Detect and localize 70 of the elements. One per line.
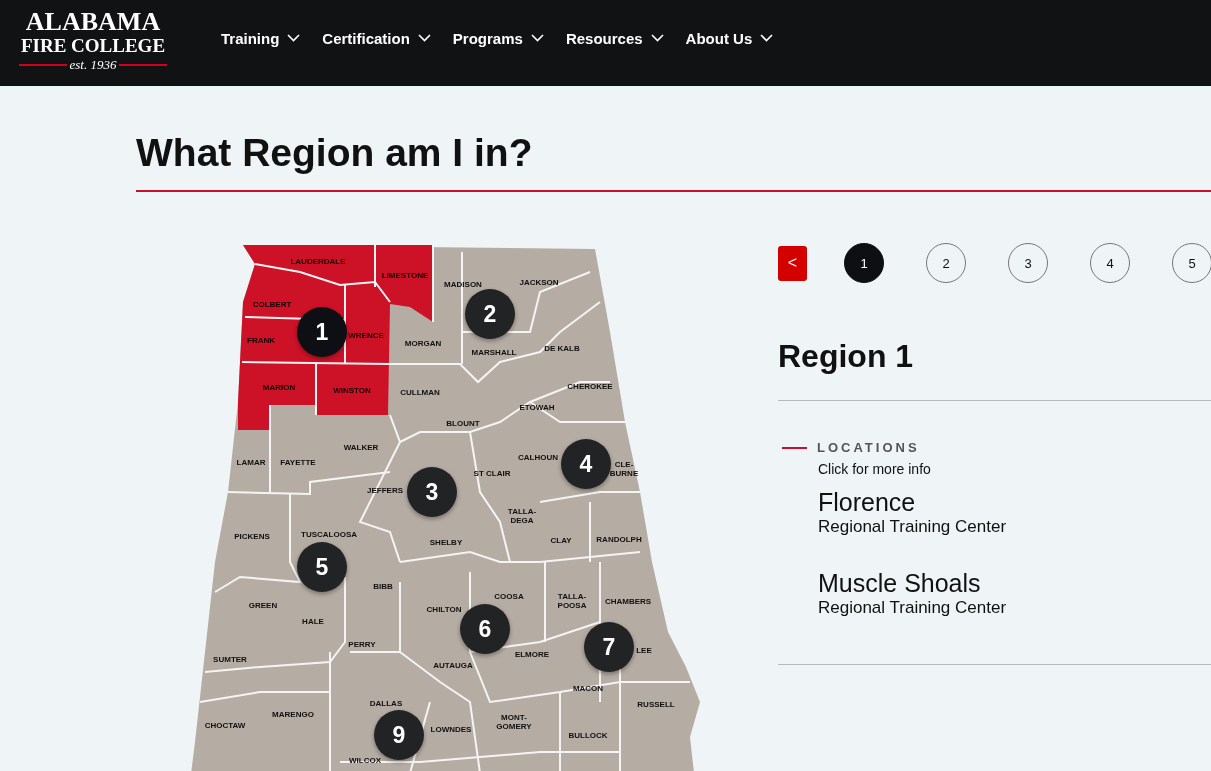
chevron-down-icon <box>760 34 774 42</box>
county-label: FRANK <box>247 335 275 345</box>
county-label: HALE <box>302 616 324 626</box>
location-link[interactable]: Florence <box>818 487 1211 517</box>
nav-menu-item[interactable]: Resources <box>565 29 664 47</box>
county-label: MACON <box>572 683 604 693</box>
page-title: What Region am I in? <box>136 130 534 176</box>
nav-menu-item[interactable]: Training <box>221 29 301 47</box>
county-label: CHEROKEE <box>567 381 613 391</box>
county-label: MORGAN <box>404 338 442 348</box>
county-label: COOSA <box>494 591 524 601</box>
county-label: ETOWAH <box>519 402 555 412</box>
county-label: CULLMAN <box>400 387 440 397</box>
county-label: CALHOUN <box>518 452 558 462</box>
section-label: LOCATIONS <box>817 440 920 455</box>
county-label: MARSHALL <box>471 347 517 357</box>
logo[interactable]: ALABAMA FIRE COLLEGE est. 1936 <box>17 6 169 74</box>
county-label: MARION <box>262 382 296 392</box>
county-label: WINSTON <box>333 385 371 395</box>
county-label: WRENCE <box>348 330 384 340</box>
county-label: TALLA- POOSA <box>557 592 587 610</box>
location-link[interactable]: Muscle Shoals <box>818 568 1211 598</box>
county-label: SUMTER <box>213 654 247 664</box>
county-label: MARENGO <box>272 709 314 719</box>
county-label: JEFFERS <box>367 485 403 495</box>
county-label: GREEN <box>248 600 278 610</box>
county-label: LIMESTONE <box>381 270 429 280</box>
county-label: CLE- BURNE <box>609 460 639 478</box>
chevron-down-icon <box>287 34 301 42</box>
location-type: Regional Training Center <box>818 598 1008 618</box>
county-label: DE KALB <box>544 343 580 353</box>
county-label: CHAMBERS <box>604 596 652 606</box>
county-label: RUSSELL <box>637 699 675 709</box>
chevron-down-icon <box>417 34 431 42</box>
chevron-down-icon <box>530 34 544 42</box>
location-type: Regional Training Center <box>818 517 1008 537</box>
county-label: PICKENS <box>234 531 270 541</box>
nav-menu-item[interactable]: Programs <box>452 29 544 47</box>
county-label: TALLA- DEGA <box>507 507 537 525</box>
county-label: SHELBY <box>429 537 463 547</box>
county-label: CHILTON <box>426 604 462 614</box>
chevron-down-icon <box>650 34 664 42</box>
county-label: DALLAS <box>369 698 403 708</box>
county-label: MADISON <box>444 279 482 289</box>
county-label: FAYETTE <box>280 457 316 467</box>
county-label: COLBERT <box>252 299 292 309</box>
county-label: MONT- GOMERY <box>496 713 532 731</box>
county-label: RANDOLPH <box>596 534 642 544</box>
region-title: Region 1 <box>778 337 915 376</box>
county-label: AUTAUGA <box>433 660 473 670</box>
county-label: CLAY <box>550 535 572 545</box>
county-label: BIBB <box>373 581 393 591</box>
county-label: LEE <box>636 645 652 655</box>
nav-menu-item[interactable]: About Us <box>685 29 774 47</box>
county-label: PERRY <box>348 639 376 649</box>
hint-text: Click for more info <box>818 461 932 477</box>
county-label: LAUDERDALE <box>290 256 346 266</box>
county-label: BLOUNT <box>446 418 480 428</box>
county-label: TUSCALOOSA <box>301 529 357 539</box>
county-label: ST CLAIR <box>473 468 511 478</box>
county-label: LOWNDES <box>430 724 472 734</box>
page-button[interactable]: 1 <box>844 243 884 283</box>
county-label: LAMAR <box>236 457 266 467</box>
county-label: ELMORE <box>514 649 550 659</box>
county-label: WALKER <box>343 442 379 452</box>
county-label: CHOCTAW <box>204 720 246 730</box>
county-label: BULLOCK <box>568 730 608 740</box>
nav-menu-item[interactable]: Certification <box>322 29 431 47</box>
previous-button[interactable]: < <box>778 245 807 281</box>
county-label: JACKSON <box>519 277 559 287</box>
